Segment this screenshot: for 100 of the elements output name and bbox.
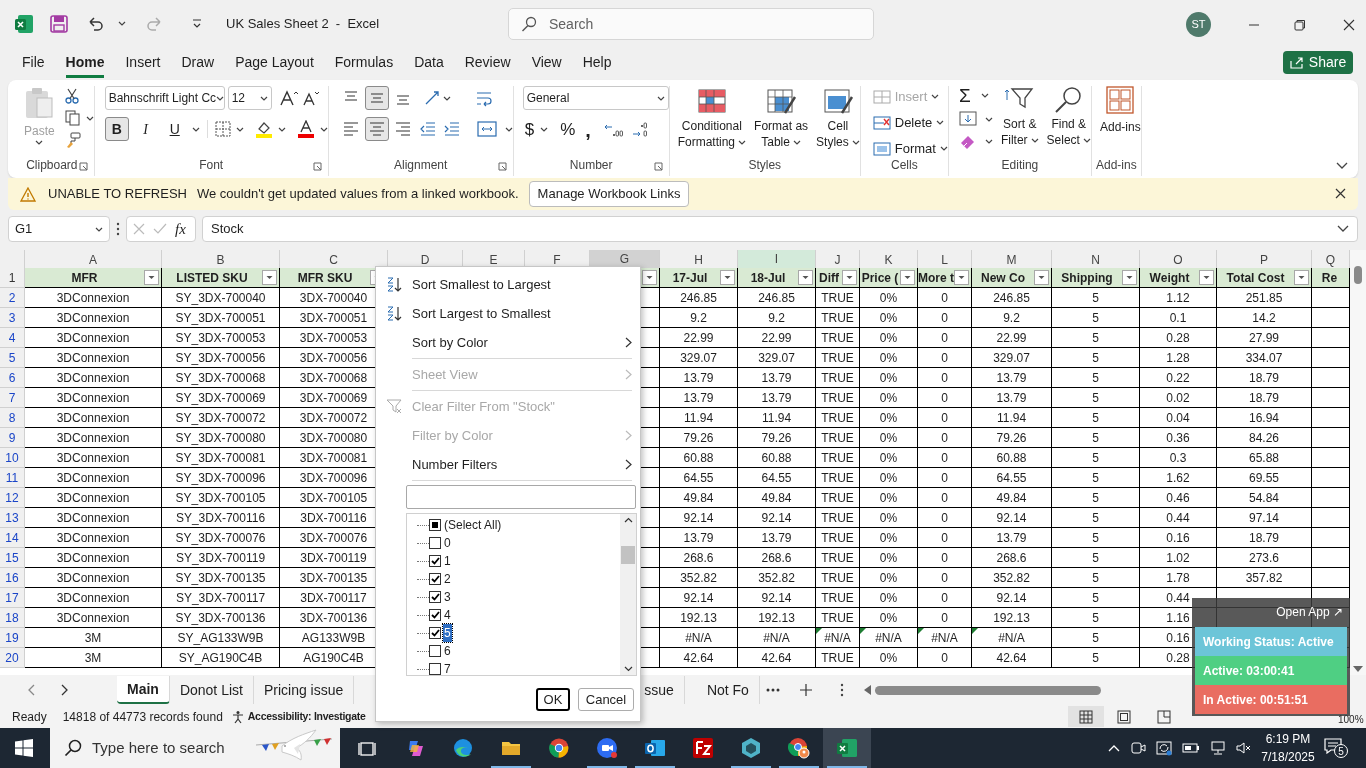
restore-icon[interactable] bbox=[1294, 18, 1306, 31]
next-sheet-icon[interactable] bbox=[61, 684, 69, 696]
fill-down-icon[interactable] bbox=[958, 111, 977, 127]
filter-dropdown-icon[interactable] bbox=[1294, 270, 1309, 285]
error-indicator-icon[interactable] bbox=[972, 628, 978, 634]
increase-font-size-icon[interactable] bbox=[278, 89, 299, 107]
row-number[interactable]: 14 bbox=[0, 528, 25, 548]
menu-tab[interactable]: Insert bbox=[125, 47, 161, 78]
chevron-down-icon[interactable] bbox=[319, 126, 328, 132]
cells-button[interactable]: Delete bbox=[872, 112, 948, 133]
filter-search-field[interactable] bbox=[406, 485, 636, 509]
normal-view-icon[interactable] bbox=[1068, 706, 1104, 727]
network-icon[interactable] bbox=[1210, 740, 1226, 756]
row-number[interactable]: 17 bbox=[0, 588, 25, 608]
insert-function-button[interactable]: fx bbox=[175, 217, 186, 241]
chevron-down-icon[interactable] bbox=[235, 126, 244, 132]
error-indicator-icon[interactable] bbox=[918, 628, 924, 634]
menu-tab[interactable]: View bbox=[531, 47, 562, 78]
sheet-tab[interactable]: Pricing issue bbox=[253, 676, 355, 704]
filter-dropdown-icon[interactable] bbox=[1034, 270, 1049, 285]
percent-style-button[interactable]: % bbox=[560, 117, 576, 143]
menu-tab[interactable]: Page Layout bbox=[235, 47, 314, 78]
chevron-down-icon[interactable] bbox=[191, 126, 200, 132]
menu-tab[interactable]: Help bbox=[582, 47, 612, 78]
accessibility-icon[interactable] bbox=[230, 709, 245, 724]
chevron-down-icon[interactable] bbox=[35, 140, 44, 145]
row-number[interactable]: 13 bbox=[0, 508, 25, 528]
meet-icon[interactable] bbox=[1130, 740, 1146, 756]
chevron-down-icon[interactable] bbox=[277, 126, 286, 132]
decrease-font-size-icon[interactable] bbox=[301, 89, 320, 107]
font-style-button[interactable]: U bbox=[162, 117, 187, 141]
row-number[interactable]: 5 bbox=[0, 348, 25, 368]
autosum-button[interactable]: Σ bbox=[958, 86, 971, 105]
filter-dropdown-icon[interactable] bbox=[144, 270, 159, 285]
menu-item[interactable]: Sort Largest to Smallest bbox=[376, 299, 640, 328]
menu-tab[interactable]: File bbox=[22, 47, 45, 78]
sheet-tab[interactable]: Not Fo bbox=[696, 676, 760, 704]
fill-color-icon[interactable] bbox=[254, 120, 273, 138]
zoom-level[interactable]: 100% bbox=[1338, 712, 1364, 727]
editing-button[interactable]: Sort & Filter bbox=[1000, 86, 1039, 149]
search-field[interactable]: Search bbox=[508, 8, 874, 40]
menu-tab[interactable]: Draw bbox=[181, 47, 215, 78]
error-indicator-icon[interactable] bbox=[816, 628, 822, 634]
expand-icon[interactable] bbox=[1337, 225, 1349, 233]
dialog-launcher-icon[interactable] bbox=[653, 162, 663, 171]
filter-dropdown-icon[interactable] bbox=[842, 270, 857, 285]
sheet-tab[interactable]: Donot List bbox=[169, 676, 254, 704]
checkbox[interactable] bbox=[429, 627, 441, 639]
previous-sheet-icon[interactable] bbox=[27, 684, 35, 696]
error-indicator-icon[interactable] bbox=[860, 628, 866, 634]
dialog-button[interactable]: OK bbox=[536, 688, 570, 711]
row-number[interactable]: 2 bbox=[0, 288, 25, 308]
cells-button[interactable]: Format bbox=[872, 138, 948, 159]
muted-volume-icon[interactable] bbox=[1236, 740, 1252, 756]
chevron-down-icon[interactable] bbox=[980, 93, 989, 98]
checkbox[interactable] bbox=[429, 663, 441, 675]
scroll-down-icon[interactable] bbox=[1353, 666, 1363, 673]
format-painter-icon[interactable] bbox=[64, 132, 81, 148]
font-style-button[interactable]: I bbox=[133, 117, 158, 141]
row-number[interactable]: 10 bbox=[0, 448, 25, 468]
scroll-left-icon[interactable] bbox=[863, 685, 871, 695]
font-color-icon[interactable] bbox=[296, 120, 315, 138]
row-number[interactable]: 18 bbox=[0, 608, 25, 628]
clock-time[interactable]: 6:19 PM bbox=[1265, 730, 1311, 748]
style-gallery-button[interactable]: Cell Styles bbox=[816, 88, 860, 150]
filter-value[interactable]: (Select All) bbox=[443, 516, 503, 534]
filter-value[interactable]: 5 bbox=[443, 624, 452, 642]
more-options-icon[interactable] bbox=[116, 222, 120, 236]
number-format-dropdown[interactable]: General bbox=[522, 86, 669, 110]
dialog-launcher-icon[interactable] bbox=[78, 162, 88, 171]
font-name-dropdown[interactable]: Bahnschrift Light Cc bbox=[104, 86, 225, 110]
editing-button[interactable]: Find & Select bbox=[1046, 86, 1091, 149]
font-style-button[interactable]: B bbox=[104, 117, 129, 141]
manage-links-button[interactable]: Manage Workbook Links bbox=[528, 181, 690, 207]
filter-value[interactable]: 2 bbox=[443, 570, 452, 588]
filter-dropdown-icon[interactable] bbox=[954, 270, 969, 285]
formula-field[interactable]: Stock bbox=[202, 216, 1358, 242]
merge-center-icon[interactable] bbox=[476, 120, 497, 138]
style-gallery-button[interactable]: Conditional Formatting bbox=[677, 88, 747, 150]
chevron-down-icon[interactable] bbox=[442, 95, 451, 101]
row-number[interactable]: 6 bbox=[0, 368, 25, 388]
add-sheet-icon[interactable] bbox=[799, 684, 812, 696]
row-number[interactable]: 20 bbox=[0, 648, 25, 668]
row-number[interactable]: 9 bbox=[0, 428, 25, 448]
menu-item[interactable]: Sort by Color bbox=[376, 328, 640, 357]
filter-dropdown-icon[interactable] bbox=[798, 270, 813, 285]
row-number[interactable]: 4 bbox=[0, 328, 25, 348]
list-scrollbar[interactable] bbox=[620, 514, 636, 675]
filter-dropdown-icon[interactable] bbox=[262, 270, 277, 285]
filter-dropdown-icon[interactable] bbox=[720, 270, 735, 285]
row-number[interactable]: 1 bbox=[0, 268, 25, 288]
font-size-dropdown[interactable]: 12 bbox=[227, 86, 272, 110]
menu-item[interactable]: Number Filters bbox=[376, 450, 640, 479]
column-header[interactable]: I bbox=[738, 250, 816, 270]
filter-value[interactable]: 6 bbox=[443, 642, 452, 660]
cut-icon[interactable] bbox=[64, 88, 79, 104]
vertical-align-icon[interactable] bbox=[364, 86, 389, 110]
filter-value[interactable]: 4 bbox=[443, 606, 452, 624]
share-button[interactable]: Share bbox=[1283, 51, 1353, 74]
notifications-icon[interactable] bbox=[1324, 738, 1342, 754]
